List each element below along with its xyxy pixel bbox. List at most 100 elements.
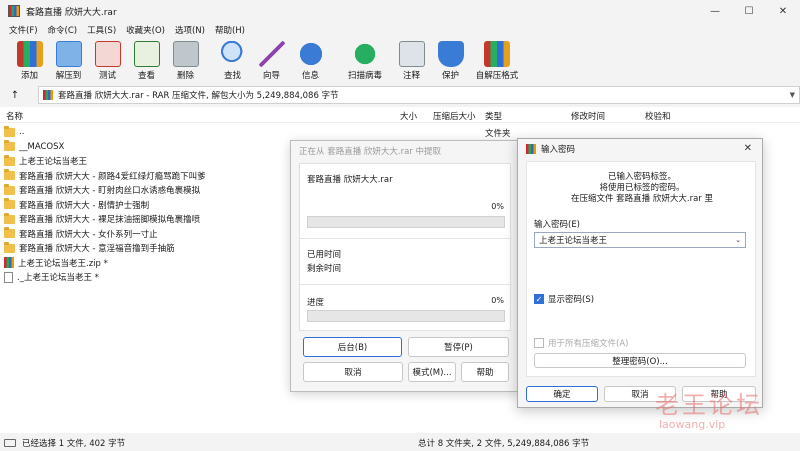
toolbar-info-button[interactable]: 信息 (291, 38, 330, 84)
menu-help[interactable]: 帮助(H) (210, 24, 250, 36)
item-name: 套路直播 欣妍大大 - 盯射肉丝口水诱惑龟裹模拟 (19, 186, 201, 197)
toolbar-comment-button[interactable]: 注释 (392, 38, 431, 84)
toolbar-add-label: 添加 (20, 71, 38, 81)
menu-file[interactable]: 文件(F) (4, 24, 43, 36)
delete-trash-icon (172, 41, 199, 67)
item-name: 套路直播 欣妍大大 - 颜路4爱红绿灯瘾骂跪下叫爹 (19, 171, 206, 182)
chevron-down-icon[interactable]: ⌄ (735, 236, 741, 244)
show-password-label: 显示密码(S) (548, 295, 595, 305)
col-modified[interactable]: 修改时间 (571, 110, 605, 122)
item-name: 套路直播 欣妍大大 - 剧情护士强制 (19, 200, 150, 211)
item-name: __MACOSX (19, 141, 65, 152)
virus-scan-icon (352, 41, 378, 67)
list-item[interactable]: .. (0, 125, 206, 140)
toolbar-delete-label: 删除 (176, 71, 194, 81)
password-input-label: 输入密码(E) (534, 220, 581, 230)
pause-button[interactable]: 暂停(P) (408, 337, 509, 357)
checkbox-icon (534, 338, 544, 348)
list-item[interactable]: ._上老王论坛当老王 * (0, 270, 206, 285)
address-bar: ↑ 套路直播 欣妍大大.rar - RAR 压缩文件, 解包大小为 5,249,… (0, 86, 800, 104)
list-item[interactable]: 套路直播 欣妍大大 - 盯射肉丝口水诱惑龟裹模拟 (0, 183, 206, 198)
menu-bar: 文件(F) 命令(C) 工具(S) 收藏夹(O) 选项(N) 帮助(H) (0, 22, 250, 38)
status-selection: 已经选择 1 文件, 402 字节 (22, 439, 126, 449)
list-item[interactable]: 上老王论坛当老王.zip * (0, 256, 206, 271)
zip-file-icon (4, 257, 14, 269)
cancel-button[interactable]: 取消 (303, 362, 403, 382)
list-item[interactable]: 套路直播 欣妍大大 - 剧情护士强制 (0, 198, 206, 213)
ok-button[interactable]: 确定 (526, 386, 598, 402)
close-icon[interactable]: ✕ (744, 143, 752, 154)
item-name: 套路直播 欣妍大大 - 女仆系列一寸止 (19, 229, 158, 240)
toolbar-extract-button[interactable]: 解压到 (49, 38, 88, 84)
toolbar-test-label: 测试 (98, 71, 116, 81)
list-item[interactable]: 套路直播 欣妍大大 - 女仆系列一寸止 (0, 227, 206, 242)
password-combo-field[interactable]: 上老王论坛当老王 ⌄ (534, 232, 746, 248)
toolbar-wizard-button[interactable]: 向导 (252, 38, 291, 84)
minimize-button[interactable]: — (698, 0, 732, 22)
progress-label: 进度 (307, 298, 325, 308)
password-dialog-title: 输入密码 (541, 145, 576, 155)
list-item[interactable]: 套路直播 欣妍大大 - 颜路4爱红绿灯瘾骂跪下叫爹 (0, 169, 206, 184)
file-percent: 0% (491, 202, 504, 211)
password-dialog-titlebar: 输入密码 (518, 139, 762, 159)
row-type: 文件夹 (485, 129, 511, 139)
maximize-button[interactable]: ☐ (732, 0, 766, 22)
toolbar-protect-button[interactable]: 保护 (431, 38, 470, 84)
view-book-icon (133, 41, 160, 67)
menu-tools[interactable]: 工具(S) (82, 24, 121, 36)
help-button[interactable]: 帮助 (461, 362, 509, 382)
file-rows: .. __MACOSX 上老王论坛当老王 套路直播 欣妍大大 - 颜路4爱红绿灯… (0, 125, 206, 285)
add-archive-icon (16, 41, 43, 67)
item-name: 套路直播 欣妍大大 - 裸足抹油摇脚模拟龟裹撸喷 (19, 215, 201, 226)
toolbar: 添加 解压到 测试 查看 删除 查找 向导 信息 扫描病毒 注释 保护 自解压格… (0, 38, 800, 84)
use-for-all-label: 用于所有压缩文件(A) (548, 339, 629, 349)
list-item[interactable]: __MACOSX (0, 140, 206, 155)
address-field[interactable]: 套路直播 欣妍大大.rar - RAR 压缩文件, 解包大小为 5,249,88… (38, 86, 800, 104)
toolbar-test-button[interactable]: 测试 (88, 38, 127, 84)
menu-options[interactable]: 选项(N) (170, 24, 210, 36)
toolbar-find-label: 查找 (223, 71, 241, 81)
col-packed[interactable]: 压缩后大小 (433, 110, 476, 122)
toolbar-view-button[interactable]: 查看 (127, 38, 166, 84)
window-controls: — ☐ ✕ (698, 0, 800, 22)
col-type[interactable]: 类型 (485, 110, 502, 122)
toolbar-delete-button[interactable]: 删除 (166, 38, 205, 84)
organize-passwords-button[interactable]: 整理密码(O)... (534, 353, 746, 368)
toolbar-add-button[interactable]: 添加 (10, 38, 49, 84)
close-button[interactable]: ✕ (766, 0, 800, 22)
folder-icon (4, 169, 15, 181)
toolbar-virus-scan-button[interactable]: 扫描病毒 (338, 38, 392, 84)
winrar-app-icon (526, 144, 536, 154)
info-icon (297, 41, 324, 67)
divider (300, 284, 512, 285)
list-item[interactable]: 套路直播 欣妍大大 - 裸足抹油摇脚模拟龟裹撸喷 (0, 212, 206, 227)
background-button[interactable]: 后台(B) (303, 337, 402, 357)
toolbar-sfx-label: 自解压格式 (475, 71, 519, 81)
up-arrow-icon[interactable]: ↑ (0, 86, 30, 104)
list-item[interactable]: 上老王论坛当老王 (0, 154, 206, 169)
toolbar-sfx-button[interactable]: 自解压格式 (470, 38, 524, 84)
menu-favorites[interactable]: 收藏夹(O) (121, 24, 170, 36)
toolbar-find-button[interactable]: 查找 (213, 38, 252, 84)
use-for-all-archives-checkbox[interactable]: 用于所有压缩文件(A) (534, 337, 628, 349)
divider (300, 238, 512, 239)
menu-commands[interactable]: 命令(C) (43, 24, 83, 36)
chevron-down-icon[interactable]: ▼ (790, 91, 795, 99)
toolbar-comment-label: 注释 (402, 71, 420, 81)
test-archive-icon (94, 41, 121, 67)
col-size[interactable]: 大小 (400, 110, 417, 122)
password-dialog: 输入密码 ✕ 已输入密码标签。 将使用已标签的密码。 在压缩文件 套路直播 欣妍… (517, 138, 763, 408)
col-name[interactable]: 名称 (6, 110, 23, 122)
extract-progress-dialog: 正在从 套路直播 欣妍大大.rar 中提取 套路直播 欣妍大大.rar 0% 已… (290, 140, 520, 392)
password-dialog-body: 已输入密码标签。 将使用已标签的密码。 在压缩文件 套路直播 欣妍大大.rar … (526, 161, 756, 377)
col-crc[interactable]: 校验和 (645, 110, 671, 122)
list-item[interactable]: 套路直播 欣妍大大 - 意淫福音撸到手抽筋 (0, 241, 206, 256)
item-name: .. (19, 127, 25, 138)
winrar-app-icon (8, 5, 20, 17)
mode-button[interactable]: 模式(M)... (408, 362, 456, 382)
password-value: 上老王论坛当老王 (539, 236, 608, 246)
item-name: ._上老王论坛当老王 * (17, 273, 99, 284)
show-password-checkbox[interactable]: ✓ 显示密码(S) (534, 293, 594, 305)
title-bar: 套路直播 欣妍大大.rar — ☐ ✕ (0, 0, 800, 22)
item-name: 套路直播 欣妍大大 - 意淫福音撸到手抽筋 (19, 244, 175, 255)
